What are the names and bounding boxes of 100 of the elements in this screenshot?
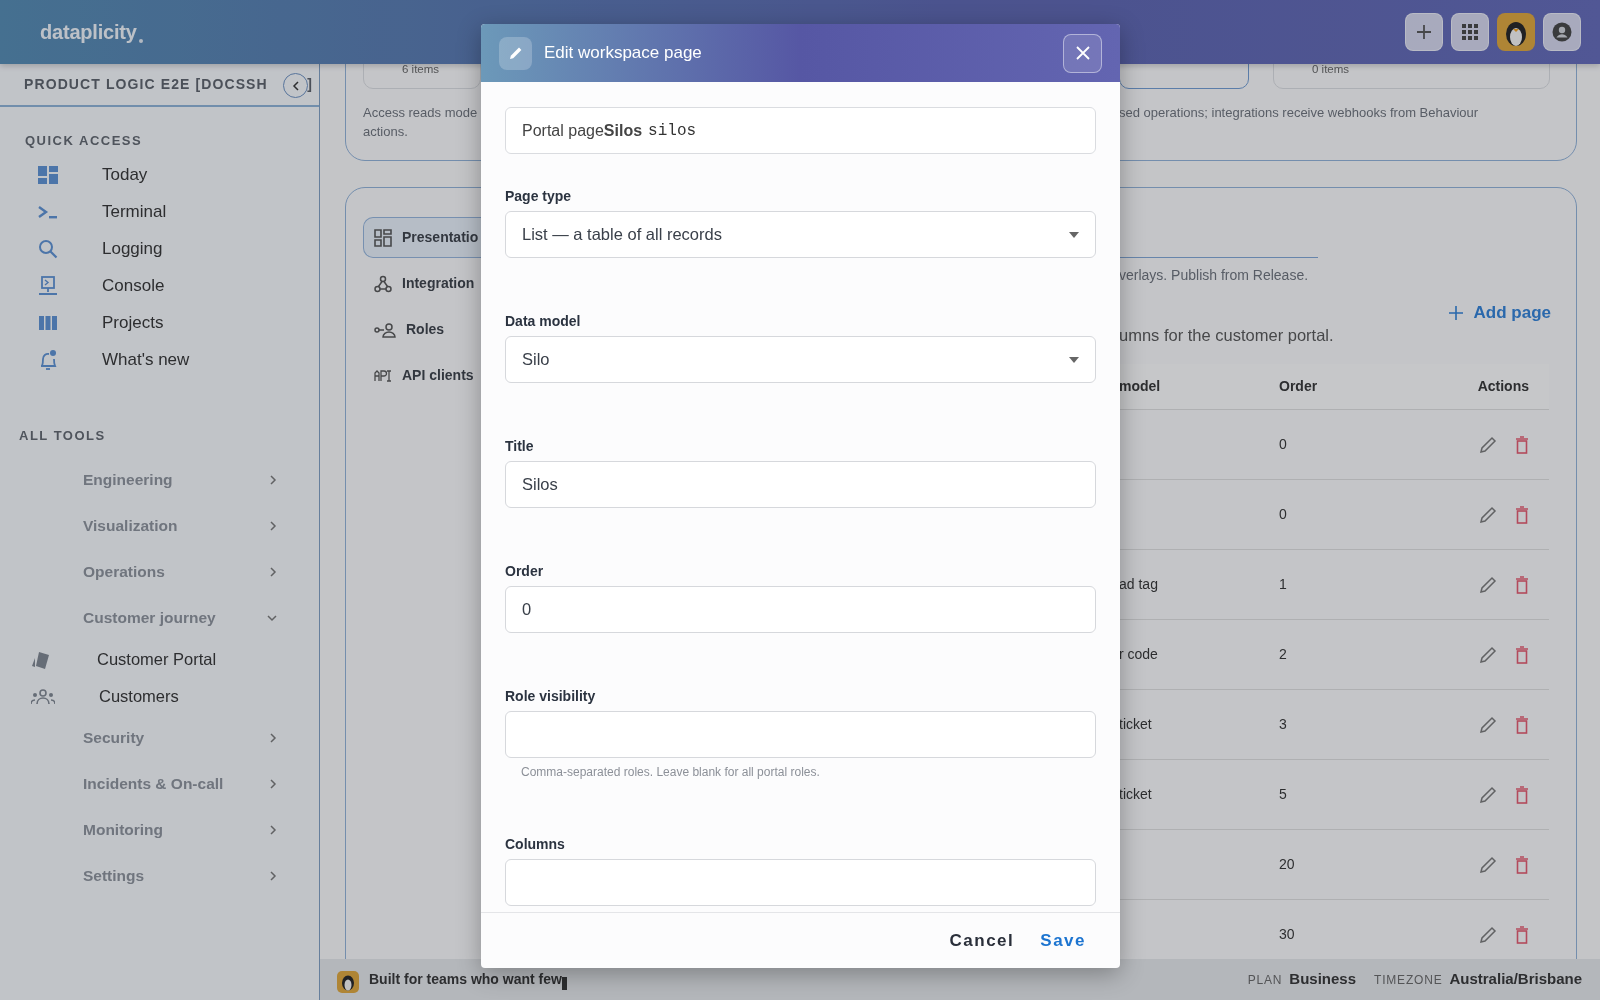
description-text: Access reads mode actions. — [363, 104, 479, 141]
edit-button[interactable] — [1479, 785, 1497, 804]
edit-button[interactable] — [1479, 435, 1497, 454]
delete-button[interactable] — [1515, 435, 1529, 454]
terminal-icon — [38, 205, 58, 219]
timezone-value: Australia/Brisbane — [1449, 968, 1582, 989]
edit-button[interactable] — [1479, 715, 1497, 734]
collapse-button[interactable] — [283, 73, 308, 98]
caret-down-icon — [1069, 231, 1079, 238]
column-header: Actions — [1477, 377, 1529, 396]
edit-button[interactable] — [1479, 645, 1497, 664]
delete-button[interactable] — [1515, 785, 1529, 804]
api-icon — [374, 369, 392, 382]
nav-item[interactable]: Terminal — [0, 193, 319, 231]
chevron-down-icon — [267, 614, 277, 622]
section-title: QUICK ACCESS — [24, 132, 144, 150]
item-count: 6 items — [402, 64, 440, 75]
table-cell: 0 — [1279, 436, 1287, 452]
table-cell: ticket — [1119, 786, 1152, 802]
column-header: model — [1119, 378, 1161, 394]
input-field[interactable]: Silos — [505, 461, 1096, 508]
edit-button[interactable] — [1479, 855, 1497, 874]
nav-item[interactable]: What's new — [0, 341, 319, 379]
delete-button[interactable] — [1515, 855, 1529, 874]
edit-button[interactable] — [1479, 925, 1497, 944]
pencil-icon — [1479, 435, 1497, 454]
avatar[interactable] — [1497, 13, 1535, 51]
dialog-title: Edit workspace page — [544, 42, 702, 65]
edit-button[interactable] — [1479, 575, 1497, 594]
field-label: Title — [505, 437, 535, 456]
table-cell: ad tag — [1119, 576, 1158, 592]
help-text: Comma-separated roles. Leave blank for all portal roles. — [520, 764, 821, 781]
pencil-icon — [507, 45, 524, 61]
trash-icon — [1515, 925, 1529, 944]
table-cell: 3 — [1279, 716, 1287, 732]
nav-item[interactable]: Customers — [0, 678, 319, 715]
side-tab[interactable]: Integration — [363, 263, 503, 304]
caret-down-icon — [1069, 356, 1079, 363]
table-cell: 1 — [1279, 576, 1287, 592]
input-field[interactable] — [505, 859, 1096, 906]
add-button[interactable] — [1405, 13, 1443, 51]
trash-icon — [1515, 435, 1529, 454]
plus-icon — [1415, 23, 1433, 41]
pencil-icon — [1479, 925, 1497, 944]
nav-item[interactable]: Today — [0, 156, 319, 194]
pencil-icon — [1479, 575, 1497, 594]
page-summary: Portal pageSilos silos — [505, 107, 1096, 154]
layout-icon — [374, 228, 392, 247]
nav-item[interactable]: Projects — [0, 304, 319, 342]
pencil-icon — [1479, 645, 1497, 664]
description-text: umns for the customer portal. — [1119, 325, 1334, 347]
plan-value: Business — [1289, 968, 1357, 989]
delete-button[interactable] — [1515, 645, 1529, 664]
field-label: Order — [505, 562, 545, 581]
field-label: Columns — [505, 835, 566, 854]
delete-button[interactable] — [1515, 715, 1529, 734]
description-text: verlays. Publish from Release. — [1119, 266, 1310, 284]
save-button[interactable]: Save — [1030, 921, 1096, 960]
delete-button[interactable] — [1515, 505, 1529, 524]
pencil-icon — [1479, 785, 1497, 804]
table-cell: 2 — [1279, 646, 1287, 662]
table-cell: r code — [1119, 646, 1158, 662]
side-tab[interactable]: Roles — [363, 309, 503, 350]
chevron-right-icon — [270, 475, 277, 485]
select-field[interactable]: Silo — [505, 336, 1096, 383]
account-icon — [1552, 22, 1572, 42]
pencil-icon — [1479, 505, 1497, 524]
input-field[interactable] — [505, 711, 1096, 758]
trash-icon — [1515, 855, 1529, 874]
delete-button[interactable] — [1515, 925, 1529, 944]
chevron-right-icon — [270, 825, 277, 835]
select-field[interactable]: List — a table of all records — [505, 211, 1096, 258]
webhook-icon — [374, 274, 392, 293]
cancel-button[interactable]: Cancel — [939, 921, 1025, 960]
account-button[interactable] — [1543, 13, 1581, 51]
delete-button[interactable] — [1515, 575, 1529, 594]
field-label: Page type — [505, 187, 573, 206]
input-field[interactable]: 0 — [505, 586, 1096, 633]
item-count: 0 items — [1312, 64, 1350, 75]
trash-icon — [1515, 505, 1529, 524]
nav-item[interactable]: Console — [0, 267, 319, 305]
chevron-right-icon — [270, 521, 277, 531]
trash-icon — [1515, 715, 1529, 734]
chevron-right-icon — [270, 871, 277, 881]
dashboard-icon — [38, 166, 58, 184]
nav-item[interactable]: Customer Portal — [0, 641, 319, 678]
description-text: sed operations; integrations receive webhooks from Behaviour — [1119, 104, 1480, 122]
workspace-name-end: ] — [307, 75, 313, 94]
apps-button[interactable] — [1451, 13, 1489, 51]
edit-button[interactable] — [1479, 505, 1497, 524]
people-icon — [31, 689, 55, 706]
chevron-right-icon — [270, 567, 277, 577]
side-tab[interactable]: API clients — [363, 355, 503, 396]
nav-item[interactable]: Logging — [0, 230, 319, 268]
logo: dataplicity — [40, 20, 137, 45]
stat-tile[interactable]: 0 items — [1273, 64, 1550, 89]
close-button[interactable] — [1063, 33, 1102, 73]
trash-icon — [1515, 785, 1529, 804]
table-cell: 20 — [1279, 856, 1295, 872]
pencil-icon — [1479, 715, 1497, 734]
